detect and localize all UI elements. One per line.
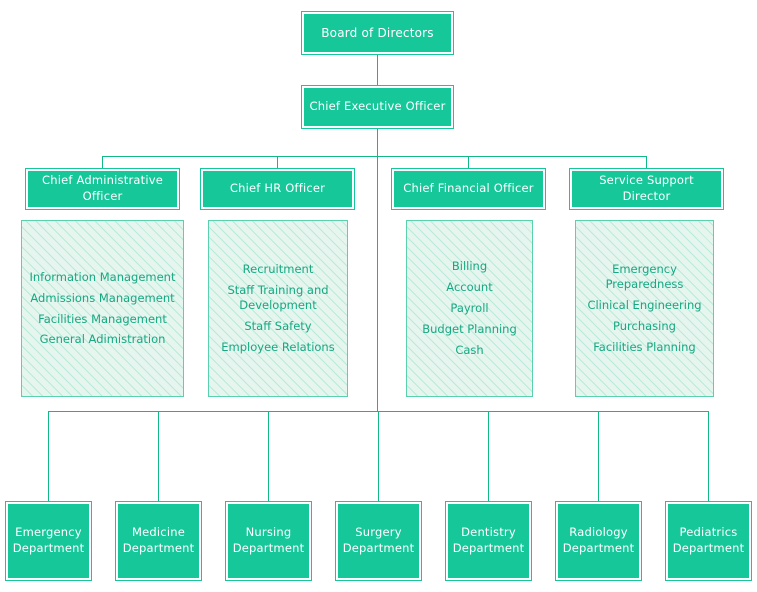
panel-item: General Adimistration: [39, 332, 166, 347]
panel-item: Account: [446, 280, 493, 295]
panel-item: Admissions Management: [30, 290, 175, 305]
connector-officer-bus: [102, 156, 646, 157]
node-nursing-department[interactable]: Nursing Department: [225, 501, 312, 581]
node-chief-financial-officer-label: Chief Financial Officer: [394, 171, 543, 207]
node-pediatrics-department[interactable]: Pediatrics Department: [665, 501, 752, 581]
panel-item: Facilities Planning: [593, 339, 696, 354]
node-medicine-department[interactable]: Medicine Department: [115, 501, 202, 581]
node-chief-financial-officer[interactable]: Chief Financial Officer: [391, 168, 546, 210]
connector-drop-department-3: [268, 411, 269, 501]
panel-item: Information Management: [29, 269, 176, 284]
connector-drop-department-2: [158, 411, 159, 501]
node-chief-executive-officer[interactable]: Chief Executive Officer: [301, 85, 454, 129]
connector-drop-officer-4: [646, 156, 647, 168]
node-service-support-director[interactable]: Service Support Director: [569, 168, 724, 210]
connector-board-to-ceo: [377, 55, 378, 85]
panel-item: Staff Safety: [244, 318, 312, 333]
panel-item: Purchasing: [613, 318, 676, 333]
panel-item: Employee Relations: [221, 339, 335, 354]
node-nursing-department-label: Nursing Department: [228, 504, 309, 578]
panel-chief-administrative-officer: Information Management Admissions Manage…: [21, 220, 184, 397]
node-chief-administrative-officer-label: Chief Administrative Officer: [28, 171, 177, 207]
node-chief-hr-officer[interactable]: Chief HR Officer: [200, 168, 355, 210]
panel-item: Clinical Engineering: [587, 298, 702, 313]
connector-drop-department-4: [378, 411, 379, 501]
panel-item: Emergency Preparedness: [605, 262, 684, 292]
node-board-of-directors-label: Board of Directors: [304, 14, 451, 52]
panel-item: Billing: [451, 259, 488, 274]
node-pediatrics-department-label: Pediatrics Department: [668, 504, 749, 578]
connector-drop-department-5: [488, 411, 489, 501]
org-chart: Board of Directors Chief Executive Offic…: [0, 0, 757, 592]
panel-chief-financial-officer: Billing Account Payroll Budget Planning …: [406, 220, 533, 397]
node-radiology-department[interactable]: Radiology Department: [555, 501, 642, 581]
node-dentistry-department[interactable]: Dentistry Department: [445, 501, 532, 581]
node-dentistry-department-label: Dentistry Department: [448, 504, 529, 578]
panel-item: Budget Planning: [422, 321, 517, 336]
node-surgery-department-label: Surgery Department: [338, 504, 419, 578]
panel-item: Staff Training and Development: [227, 283, 329, 313]
node-board-of-directors[interactable]: Board of Directors: [301, 11, 454, 55]
panel-service-support-director: Emergency Preparedness Clinical Engineer…: [575, 220, 714, 397]
panel-item: Cash: [455, 342, 484, 357]
connector-drop-department-6: [598, 411, 599, 501]
node-medicine-department-label: Medicine Department: [118, 504, 199, 578]
connector-drop-officer-3: [468, 156, 469, 168]
connector-ceo-trunk: [377, 129, 378, 411]
connector-drop-department-7: [708, 411, 709, 501]
node-chief-administrative-officer[interactable]: Chief Administrative Officer: [25, 168, 180, 210]
connector-drop-officer-1: [102, 156, 103, 168]
panel-chief-hr-officer: Recruitment Staff Training and Developme…: [208, 220, 348, 397]
node-emergency-department[interactable]: Emergency Department: [5, 501, 92, 581]
connector-drop-officer-2: [277, 156, 278, 168]
node-chief-executive-officer-label: Chief Executive Officer: [304, 88, 451, 126]
panel-item: Payroll: [450, 301, 489, 316]
node-service-support-director-label: Service Support Director: [572, 171, 721, 207]
node-surgery-department[interactable]: Surgery Department: [335, 501, 422, 581]
panel-item: Recruitment: [242, 262, 314, 277]
node-radiology-department-label: Radiology Department: [558, 504, 639, 578]
node-emergency-department-label: Emergency Department: [8, 504, 89, 578]
panel-item: Facilities Management: [38, 311, 167, 326]
connector-drop-department-1: [48, 411, 49, 501]
node-chief-hr-officer-label: Chief HR Officer: [203, 171, 352, 207]
